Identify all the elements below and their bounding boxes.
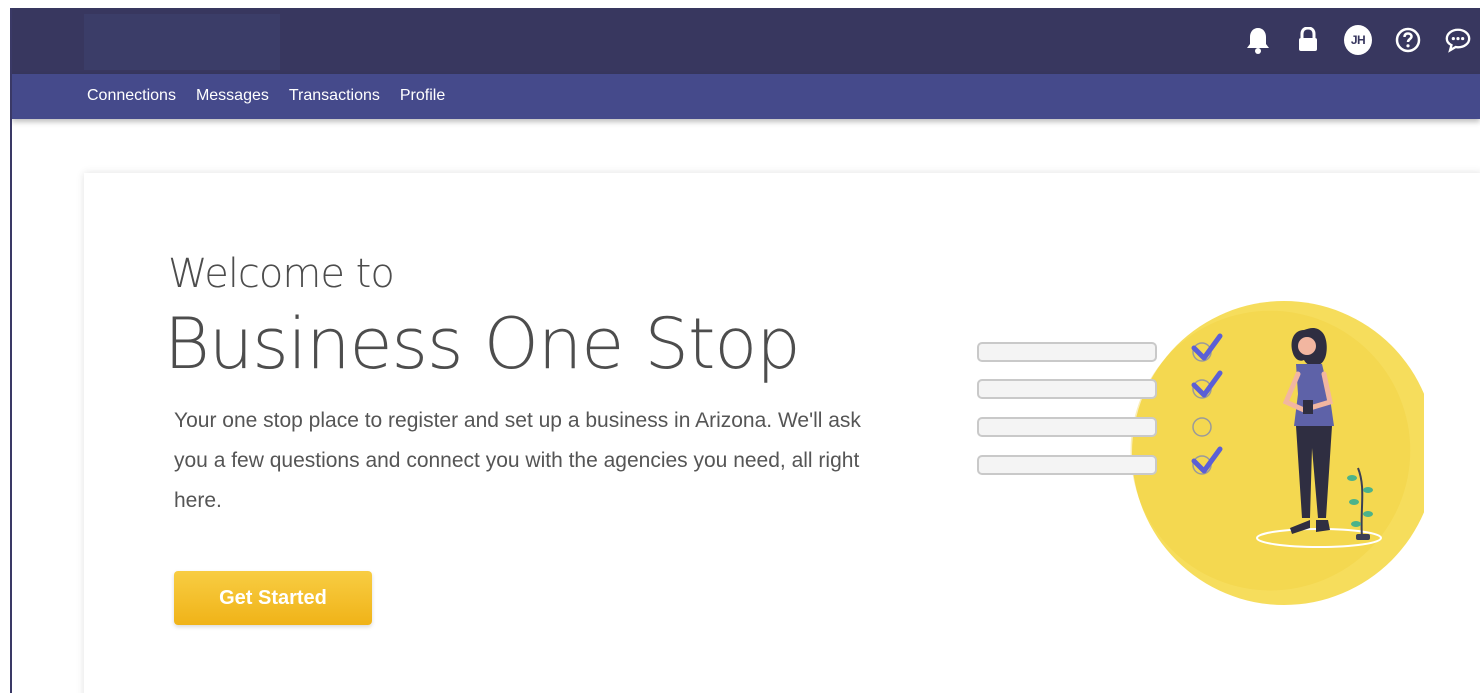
intro-text: Your one stop place to register and set … [174,409,861,512]
lock-icon[interactable] [1294,26,1322,54]
logo[interactable] [84,14,280,70]
help-icon[interactable] [1394,26,1422,54]
nav-item-connections[interactable]: Connections [87,87,176,105]
welcome-heading: Welcome to [168,251,395,297]
nav-item-profile[interactable]: Profile [400,87,445,105]
welcome-card: Welcome to Business One Stop Your one st… [84,173,1480,693]
avatar-initials: JH [1344,25,1372,55]
chat-icon[interactable] [1444,26,1472,54]
user-avatar[interactable]: JH [1344,25,1372,55]
nav-item-transactions[interactable]: Transactions [289,87,380,105]
bell-icon[interactable] [1244,26,1272,54]
app-window: JH Connections Messages Transactions Pro… [10,8,1480,693]
main-nav: Connections Messages Transactions Profil… [12,74,1480,119]
top-icon-group: JH [1244,22,1472,58]
get-started-button[interactable]: Get Started [174,571,372,625]
nav-item-messages[interactable]: Messages [196,87,269,105]
page-title: Business One Stop [164,303,801,385]
checklist-illustration [964,298,1436,613]
top-bar: JH [12,8,1480,74]
